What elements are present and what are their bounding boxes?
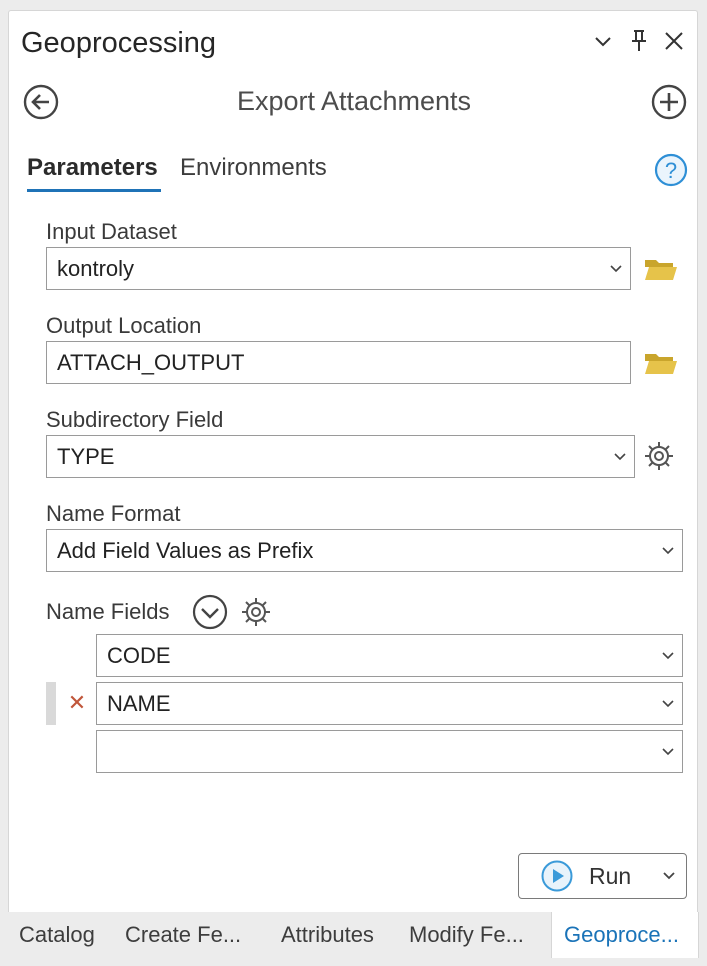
tool-title: Export Attachments: [236, 86, 472, 116]
remove-row-icon[interactable]: ✕: [67, 692, 87, 714]
subdirectory-field-label: Subdirectory Field: [46, 407, 224, 432]
name-format-label: Name Format: [46, 501, 181, 526]
browse-output-folder-icon[interactable]: [643, 348, 679, 378]
chevron-down-icon: [654, 635, 682, 676]
row-drag-handle[interactable]: [46, 682, 56, 725]
name-field-row-empty[interactable]: [96, 730, 683, 773]
dock-tab-catalog[interactable]: Catalog: [19, 912, 95, 958]
name-field-value: CODE: [107, 642, 171, 668]
name-format-value: Add Field Values as Prefix: [57, 537, 314, 563]
name-format-dropdown[interactable]: Add Field Values as Prefix: [46, 529, 683, 572]
add-plus-icon[interactable]: [651, 84, 687, 120]
output-location-label: Output Location: [46, 313, 202, 338]
pane-title: Geoprocessing: [21, 27, 217, 59]
active-tab-underline: [27, 189, 161, 192]
help-icon[interactable]: ?: [654, 153, 688, 187]
output-location-value: ATTACH_OUTPUT: [57, 349, 245, 375]
tab-environments[interactable]: Environments: [180, 154, 327, 182]
chevron-down-icon: [654, 530, 682, 571]
chevron-down-icon: [654, 731, 682, 772]
run-button[interactable]: Run: [518, 853, 687, 899]
input-dataset-value: kontroly: [57, 255, 135, 281]
name-field-row-code[interactable]: CODE: [96, 634, 683, 677]
run-label: Run: [589, 862, 632, 889]
input-dataset-dropdown[interactable]: kontroly: [46, 247, 631, 290]
tab-parameters[interactable]: Parameters: [27, 154, 158, 182]
geoprocessing-pane: Geoprocessing Export Attachments Paramet…: [8, 10, 698, 912]
run-options-chevron-icon[interactable]: [652, 872, 686, 880]
expand-icon[interactable]: [192, 594, 228, 630]
name-field-row-name[interactable]: NAME: [96, 682, 683, 725]
pin-icon[interactable]: [625, 27, 653, 55]
svg-text:?: ?: [665, 158, 677, 183]
dock-tab-geoprocessing[interactable]: Geoproce...: [551, 912, 699, 958]
chevron-down-icon: [606, 436, 634, 477]
dock-tab-bar: Catalog Create Fe... Attributes Modify F…: [0, 912, 707, 966]
options-chevron-icon[interactable]: [589, 28, 617, 56]
dock-tab-modify-features[interactable]: Modify Fe...: [409, 912, 524, 958]
chevron-down-icon: [602, 248, 630, 289]
name-field-value: NAME: [107, 690, 171, 716]
output-location-input[interactable]: ATTACH_OUTPUT: [46, 341, 631, 384]
play-icon: [541, 860, 573, 892]
close-icon[interactable]: [660, 27, 688, 55]
name-fields-gear-icon[interactable]: [238, 594, 274, 630]
dock-tab-create-features[interactable]: Create Fe...: [125, 912, 241, 958]
browse-input-folder-icon[interactable]: [643, 254, 679, 284]
chevron-down-icon: [654, 683, 682, 724]
subdirectory-field-value: TYPE: [57, 443, 115, 469]
dock-tab-attributes[interactable]: Attributes: [281, 912, 374, 958]
subdirectory-gear-icon[interactable]: [641, 438, 677, 474]
name-fields-label: Name Fields: [46, 599, 170, 624]
input-dataset-label: Input Dataset: [46, 219, 177, 244]
subdirectory-field-dropdown[interactable]: TYPE: [46, 435, 635, 478]
